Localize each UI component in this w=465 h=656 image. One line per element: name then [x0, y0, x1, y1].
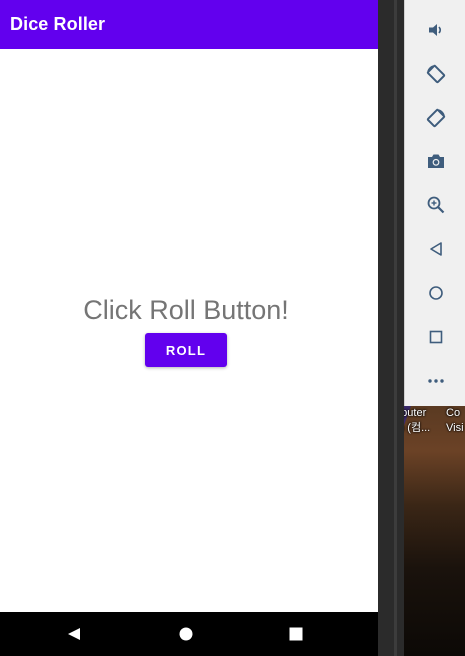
- nav-recents-button[interactable]: [286, 624, 306, 644]
- navigation-bar: [0, 612, 378, 656]
- circle-home-icon: [179, 627, 193, 641]
- desktop-icon-label-1[interactable]: mputer on (컴...: [404, 406, 430, 436]
- overview-icon: [429, 330, 443, 344]
- screen-root: Dice Roller Click Roll Button! ROLL pute…: [0, 0, 465, 656]
- emulator-toolbar: [404, 0, 465, 406]
- camera-icon: [428, 154, 444, 168]
- zoom-button[interactable]: [423, 192, 449, 218]
- rotate-left-icon: [426, 64, 446, 84]
- app-title: Dice Roller: [10, 14, 106, 34]
- home-icon: [429, 286, 443, 300]
- rotate-left-button[interactable]: [423, 61, 449, 87]
- emulator-frame: [378, 0, 404, 656]
- nav-back-button[interactable]: [64, 624, 84, 644]
- emulator-back-button[interactable]: [423, 236, 449, 262]
- square-recents-icon: [289, 627, 303, 641]
- desktop-icon-label-2[interactable]: Co Visi: [446, 406, 464, 436]
- triangle-back-icon: [68, 628, 80, 640]
- main-content: Click Roll Button! ROLL: [0, 49, 378, 612]
- more-button[interactable]: [423, 368, 449, 394]
- rotate-right-icon: [426, 108, 446, 128]
- app-bar: Dice Roller: [0, 0, 378, 49]
- phone-screen: Dice Roller Click Roll Button! ROLL: [0, 0, 378, 656]
- emulator-overview-button[interactable]: [423, 324, 449, 350]
- more-icon: [428, 379, 444, 383]
- volume-icon: [429, 24, 442, 36]
- result-text: Click Roll Button!: [83, 295, 289, 325]
- rotate-right-button[interactable]: [423, 105, 449, 131]
- roll-button[interactable]: ROLL: [145, 333, 227, 367]
- volume-button[interactable]: [423, 17, 449, 43]
- desktop-background: mputer on (컴... Co Visi: [404, 406, 465, 656]
- nav-home-button[interactable]: [176, 624, 196, 644]
- zoom-in-icon: [427, 196, 445, 214]
- screenshot-button[interactable]: [423, 148, 449, 174]
- back-icon: [430, 242, 442, 256]
- emulator-home-button[interactable]: [423, 280, 449, 306]
- frame-edge: [394, 0, 397, 656]
